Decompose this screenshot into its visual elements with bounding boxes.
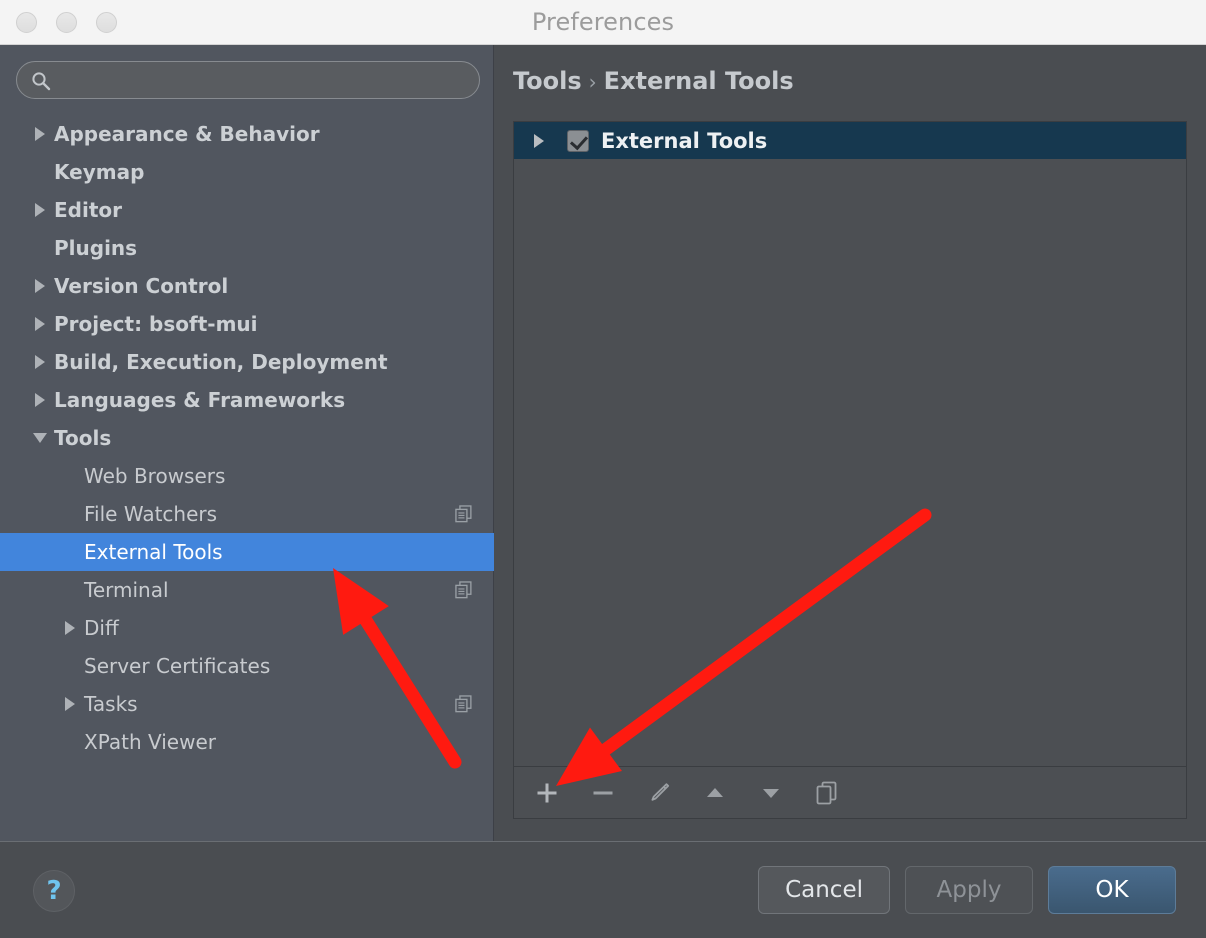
sidebar-item-label: Plugins xyxy=(54,236,138,260)
external-tools-panel: External Tools xyxy=(513,121,1187,819)
search-input[interactable] xyxy=(61,62,471,98)
sidebar-item-xpath-viewer[interactable]: XPath Viewer xyxy=(0,723,494,761)
sidebar-item-web-browsers[interactable]: Web Browsers xyxy=(0,457,494,495)
sidebar-item-diff[interactable]: Diff xyxy=(0,609,494,647)
move-up-button[interactable] xyxy=(698,776,732,810)
sidebar-item-external-tools[interactable]: External Tools xyxy=(0,533,494,571)
sidebar-item-label: Editor xyxy=(54,198,122,222)
sidebar-item-label: File Watchers xyxy=(84,502,218,526)
sidebar-item-label: External Tools xyxy=(84,540,223,564)
sidebar-item-build-execution-deployment[interactable]: Build, Execution, Deployment xyxy=(0,343,494,381)
sidebar-item-label: Version Control xyxy=(54,274,229,298)
sidebar-item-label: XPath Viewer xyxy=(84,730,216,754)
help-button[interactable]: ? xyxy=(33,870,75,912)
breadcrumb-parent[interactable]: Tools xyxy=(513,67,582,95)
copy-settings-icon[interactable] xyxy=(455,581,472,599)
sidebar-item-label: Server Certificates xyxy=(84,654,271,678)
chevron-right-icon xyxy=(35,393,45,407)
add-button[interactable] xyxy=(530,776,564,810)
chevron-right-icon xyxy=(35,317,45,331)
copy-button[interactable] xyxy=(810,776,844,810)
preferences-window: Preferences Appearance & Behavior Keymap E… xyxy=(0,0,1206,938)
chevron-right-icon xyxy=(65,621,75,635)
breadcrumb-separator-icon: › xyxy=(588,70,597,94)
question-mark-icon: ? xyxy=(46,876,62,906)
external-tools-toolbar xyxy=(514,766,1186,818)
search-field-wrapper xyxy=(16,61,480,99)
expand-arrow-cell[interactable] xyxy=(525,133,553,148)
plus-icon xyxy=(537,783,557,802)
sidebar-item-label: Keymap xyxy=(54,160,145,184)
disclosure-cell[interactable] xyxy=(56,621,84,635)
window-titlebar: Preferences xyxy=(0,0,1206,45)
triangle-down-icon xyxy=(763,788,779,798)
sidebar-item-project-bsoft-mui[interactable]: Project: bsoft-mui xyxy=(0,305,494,343)
remove-button[interactable] xyxy=(586,776,620,810)
apply-button[interactable]: Apply xyxy=(905,866,1033,914)
chevron-right-icon xyxy=(35,355,45,369)
chevron-down-icon xyxy=(33,433,47,443)
chevron-right-icon xyxy=(65,697,75,711)
sidebar-item-terminal[interactable]: Terminal xyxy=(0,571,494,609)
sidebar-item-label: Tools xyxy=(54,426,112,450)
sidebar-item-label: Build, Execution, Deployment xyxy=(54,350,388,374)
sidebar-item-file-watchers[interactable]: File Watchers xyxy=(0,495,494,533)
sidebar-item-languages-frameworks[interactable]: Languages & Frameworks xyxy=(0,381,494,419)
chevron-right-icon xyxy=(35,127,45,141)
external-tools-group-row[interactable]: External Tools xyxy=(514,122,1186,159)
sidebar-item-plugins[interactable]: Plugins xyxy=(0,229,494,267)
preferences-content: Appearance & Behavior Keymap Editor Plugins… xyxy=(0,45,1206,841)
settings-detail-pane: Tools › External Tools External Tools xyxy=(495,45,1206,841)
copy-settings-icon[interactable] xyxy=(455,695,472,713)
sidebar-item-label: Terminal xyxy=(84,578,169,602)
sidebar-item-label: Appearance & Behavior xyxy=(54,122,320,146)
sidebar-item-label: Tasks xyxy=(84,692,138,716)
disclosure-cell[interactable] xyxy=(26,279,54,293)
sidebar-item-editor[interactable]: Editor xyxy=(0,191,494,229)
chevron-right-icon xyxy=(534,133,544,148)
dialog-action-buttons: Cancel Apply OK xyxy=(758,866,1176,914)
move-down-button[interactable] xyxy=(754,776,788,810)
window-title: Preferences xyxy=(531,8,675,36)
disclosure-cell[interactable] xyxy=(26,127,54,141)
copy-settings-icon[interactable] xyxy=(455,505,472,523)
pencil-icon xyxy=(651,782,670,801)
ok-button[interactable]: OK xyxy=(1048,866,1176,914)
sidebar-item-label: Languages & Frameworks xyxy=(54,388,346,412)
breadcrumb-current: External Tools xyxy=(603,67,794,95)
disclosure-cell[interactable] xyxy=(26,317,54,331)
disclosure-cell[interactable] xyxy=(26,393,54,407)
copy-icon xyxy=(816,781,837,804)
sidebar-item-tools[interactable]: Tools xyxy=(0,419,494,457)
dialog-footer: ? Cancel Apply OK xyxy=(0,841,1206,938)
sidebar-item-tasks[interactable]: Tasks xyxy=(0,685,494,723)
disclosure-cell[interactable] xyxy=(26,433,54,443)
sidebar-item-label: Web Browsers xyxy=(84,464,226,488)
disclosure-cell[interactable] xyxy=(26,355,54,369)
external-tools-group-label: External Tools xyxy=(601,128,768,153)
sidebar-item-label: Diff xyxy=(84,616,119,640)
settings-sidebar: Appearance & Behavior Keymap Editor Plugins… xyxy=(0,45,494,841)
sidebar-item-keymap[interactable]: Keymap xyxy=(0,153,494,191)
cancel-button[interactable]: Cancel xyxy=(758,866,890,914)
triangle-up-icon xyxy=(707,787,723,797)
chevron-right-icon xyxy=(35,203,45,217)
sidebar-item-appearance-behavior[interactable]: Appearance & Behavior xyxy=(0,115,494,153)
chevron-right-icon xyxy=(35,279,45,293)
search-icon xyxy=(32,72,51,91)
sidebar-item-server-certificates[interactable]: Server Certificates xyxy=(0,647,494,685)
breadcrumb: Tools › External Tools xyxy=(513,67,794,95)
search-box[interactable] xyxy=(16,61,480,99)
edit-button[interactable] xyxy=(642,776,676,810)
disclosure-cell[interactable] xyxy=(26,203,54,217)
sidebar-item-version-control[interactable]: Version Control xyxy=(0,267,494,305)
external-tools-checkbox[interactable] xyxy=(567,129,589,152)
sidebar-item-label: Project: bsoft-mui xyxy=(54,312,258,336)
settings-category-tree: Appearance & Behavior Keymap Editor Plugins… xyxy=(0,115,494,761)
minus-icon xyxy=(593,791,613,794)
disclosure-cell[interactable] xyxy=(56,697,84,711)
